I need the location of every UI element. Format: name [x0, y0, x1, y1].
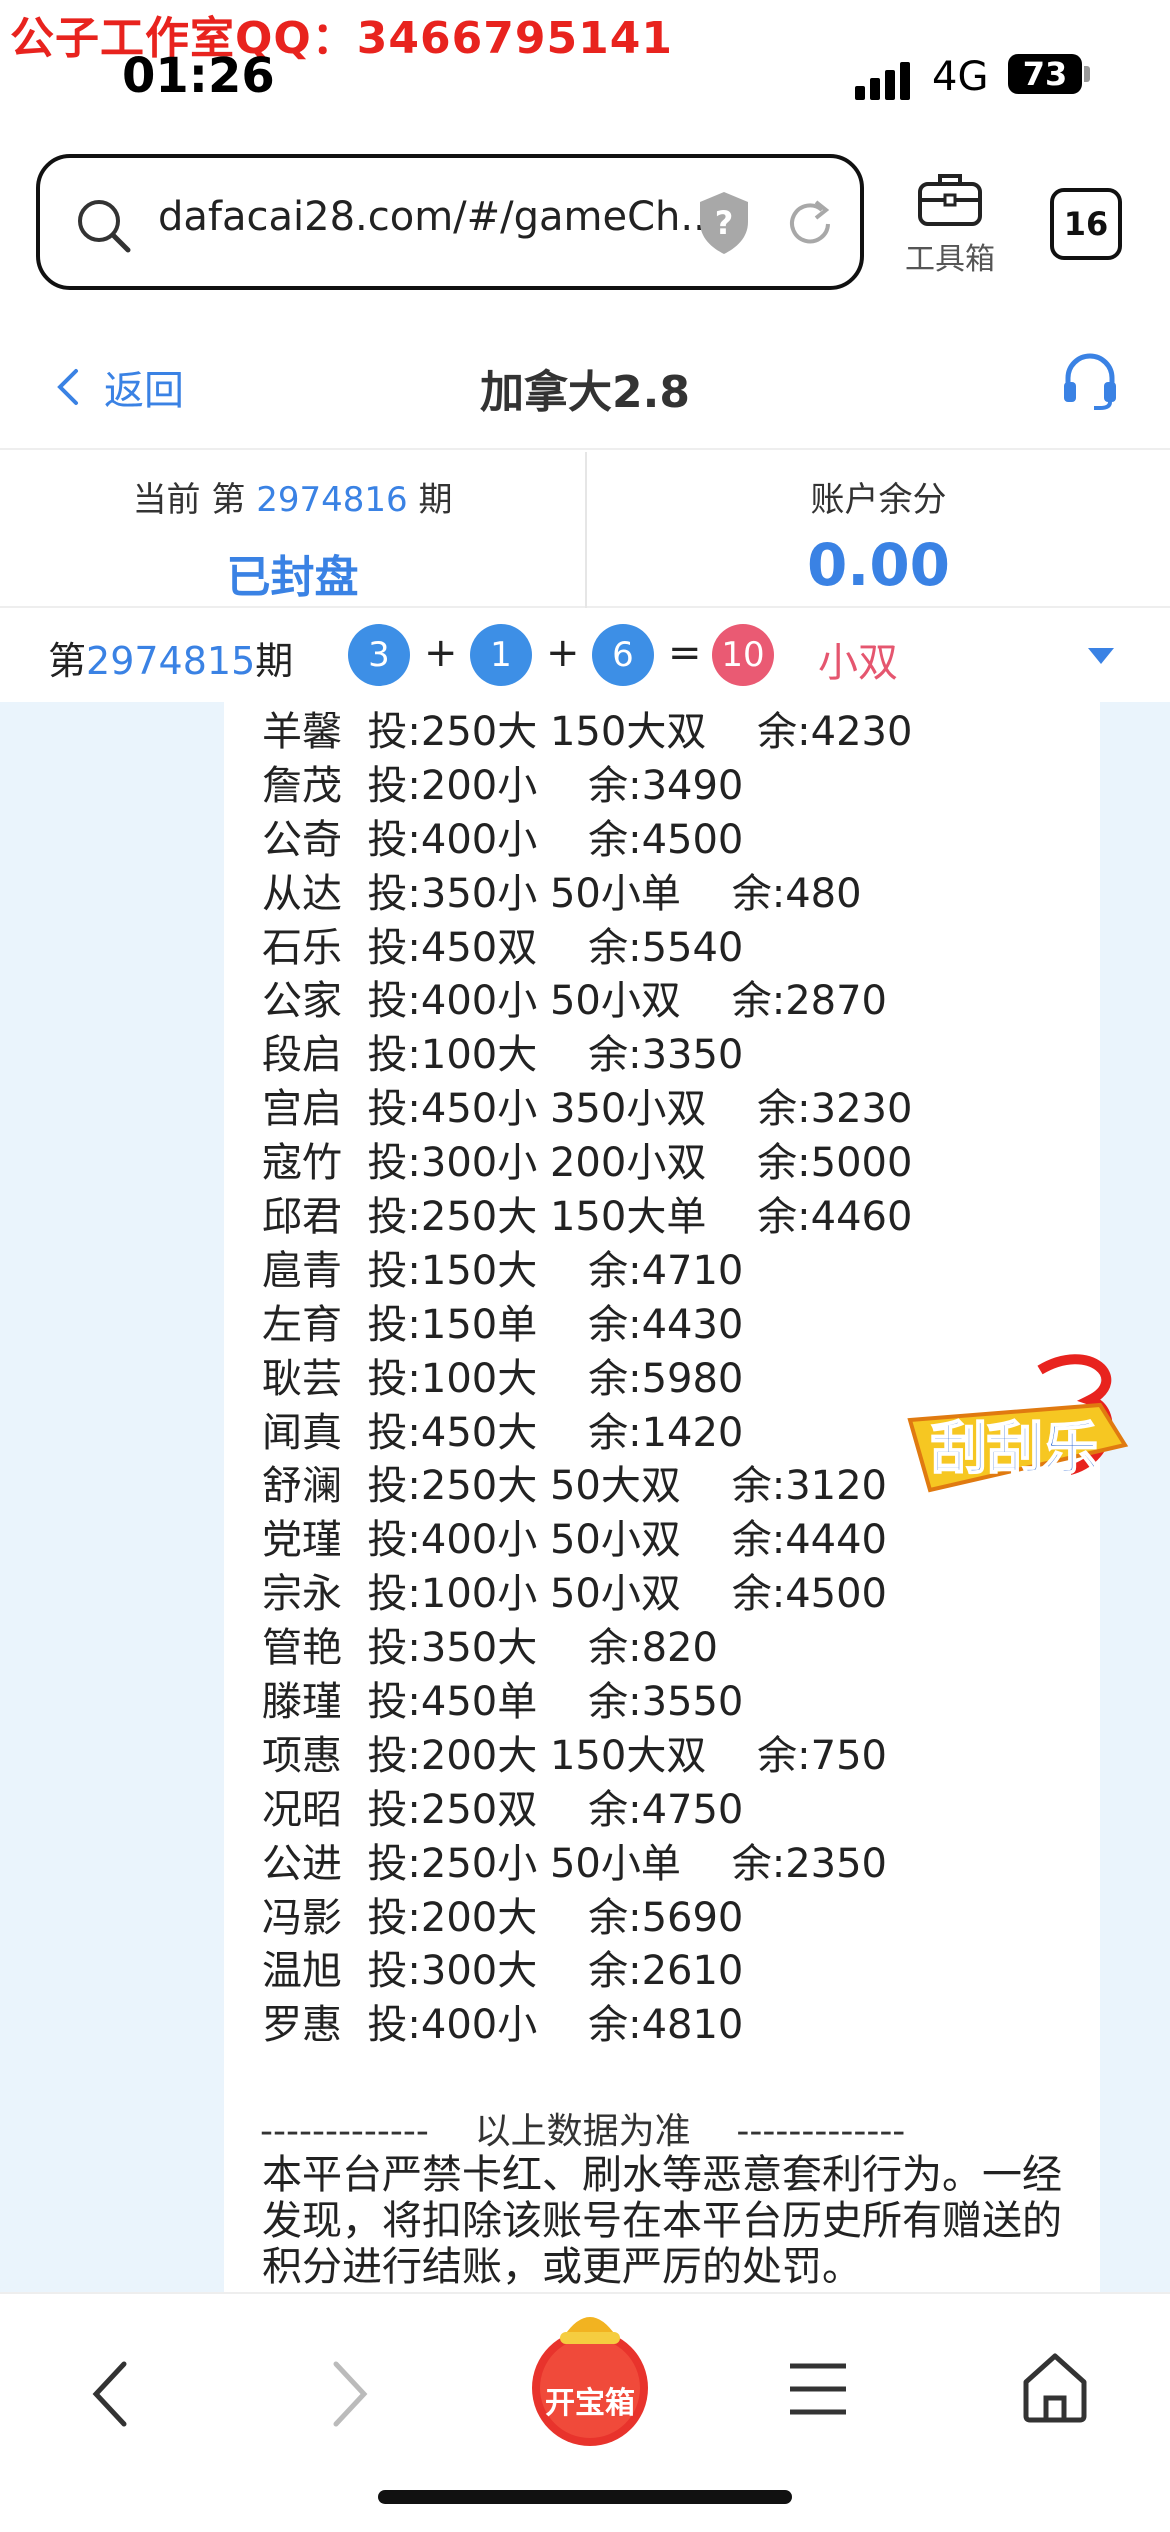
current-suffix: 期 [418, 480, 453, 520]
page-header: 返回 加拿大2.8 [0, 330, 1170, 450]
bet-row: 寇竹 投:300小 200小双 余:5000 [262, 1140, 913, 1187]
bet-row: 滕瑾 投:450单 余:3550 [262, 1679, 744, 1726]
battery-level: 73 [1022, 55, 1068, 93]
bet-row: 邱君 投:250大 150大单 余:4460 [262, 1194, 913, 1241]
result-ball: 1 [470, 624, 532, 686]
last-prefix: 第 [48, 639, 87, 683]
last-result-row[interactable]: 第2974815期 3 + 1 + 6 = 10 小双 [0, 610, 1170, 702]
bet-row: 闻真 投:450大 余:1420 [262, 1409, 744, 1456]
signal-icon [855, 60, 913, 100]
balance-label: 账户余分 [810, 480, 947, 520]
status-time: 01:26 [122, 48, 275, 104]
bet-row: 左育 投:150单 余:4430 [262, 1301, 744, 1348]
current-prefix: 当前 第 [132, 480, 246, 520]
battery-tip [1084, 66, 1090, 82]
bet-row: 詹茂 投:200小 余:3490 [262, 762, 744, 809]
bet-row: 扈青 投:150大 余:4710 [262, 1247, 744, 1294]
svg-text:?: ? [715, 204, 734, 242]
bet-row: 公家 投:400小 50小双 余:2870 [262, 978, 887, 1025]
bet-row: 耿芸 投:100大 余:5980 [262, 1355, 744, 1402]
status-bar: 01:26 4G 73 [0, 42, 1170, 112]
bet-row: 羊馨 投:250大 150大双 余:4230 [262, 709, 913, 755]
period-status: 已封盘 [226, 552, 359, 603]
bet-row: 冯影 投:200大 余:5690 [262, 1894, 744, 1941]
bet-row: 党瑾 投:400小 50小双 余:4440 [262, 1517, 887, 1564]
bet-row: 段启 投:100大 余:3350 [262, 1032, 744, 1079]
result-sum-ball: 10 [712, 624, 774, 686]
toolbox-label: 工具箱 [905, 242, 995, 277]
treasure-label: 开宝箱 [545, 2386, 635, 2421]
browser-back-icon[interactable] [80, 2354, 140, 2434]
toolbox-icon [918, 174, 982, 226]
address-bar[interactable]: dafacai28.com/#/gameCh... ? [36, 154, 864, 290]
bet-row: 况昭 投:250双 余:4750 [262, 1786, 744, 1833]
browser-forward-icon[interactable] [320, 2354, 380, 2434]
result-ball: 6 [592, 624, 654, 686]
url-text[interactable]: dafacai28.com/#/gameCh... [158, 194, 719, 240]
plus-sign: + [546, 630, 580, 676]
bet-row: 宫启 投:450小 350小双 余:3230 [262, 1086, 913, 1133]
reload-icon[interactable] [780, 194, 840, 254]
bet-row: 宗永 投:100小 50小双 余:4500 [262, 1571, 887, 1618]
equals-sign: = [668, 630, 702, 676]
plus-sign: + [424, 630, 458, 676]
shield-icon[interactable]: ? [696, 190, 752, 256]
last-period-number: 2974815 [86, 639, 256, 683]
bet-row: 管艳 投:350大 余:820 [262, 1625, 718, 1672]
bet-row: 项惠 投:200大 150大双 余:750 [262, 1732, 887, 1779]
page-title: 加拿大2.8 [480, 367, 690, 418]
battery-icon: 73 [1008, 54, 1082, 94]
bet-row: 公进 投:250小 50小单 余:2350 [262, 1840, 887, 1887]
bet-row: 从达 投:350小 50小单 余:480 [262, 870, 862, 917]
scratch-card-badge[interactable]: 刮刮乐 [890, 1350, 1140, 1520]
last-suffix: 期 [255, 639, 294, 683]
badge-text: 刮刮乐 [931, 1417, 1099, 1482]
last-period-label: 第2974815期 [48, 630, 293, 685]
network-type: 4G [932, 54, 989, 100]
balance-panel: 账户余分 0.00 [585, 452, 1170, 608]
bet-row: 公奇 投:400小 余:4500 [262, 816, 744, 863]
search-icon [78, 200, 131, 253]
toolbox-button[interactable]: 工具箱 [900, 170, 1000, 290]
home-icon[interactable] [1020, 2350, 1090, 2424]
balance-value: 0.00 [806, 531, 951, 599]
browser-toolbar: dafacai28.com/#/gameCh... ? 工具箱 16 [0, 150, 1170, 300]
menu-icon[interactable] [786, 2354, 850, 2424]
current-period-panel: 当前 第 2974816 期 已封盘 [0, 452, 585, 608]
tabs-button[interactable]: 16 [1050, 188, 1122, 260]
result-ball: 3 [348, 624, 410, 686]
headset-icon[interactable] [1060, 350, 1120, 410]
data-divider: ------------- 以上数据为准 ------------- [260, 2111, 906, 2152]
bet-row: 舒澜 投:250大 50大双 余:3120 [262, 1463, 887, 1510]
result-outcome: 小双 [818, 640, 898, 686]
current-period-line: 当前 第 2974816 期 [0, 472, 585, 521]
period-info: 当前 第 2974816 期 已封盘 账户余分 0.00 [0, 452, 1170, 608]
browser-bottom-bar: 开宝箱 [0, 2292, 1170, 2532]
current-period-number: 2974816 [256, 480, 408, 520]
page: 公子工作室QQ：3466795141 01:26 4G 73 dafacai28… [0, 0, 1170, 2532]
bet-row: 石乐 投:450双 余:5540 [262, 924, 744, 971]
caret-down-icon[interactable] [1086, 646, 1116, 666]
bet-row: 罗惠 投:400小 余:4810 [262, 2002, 744, 2049]
home-indicator [378, 2490, 792, 2504]
bet-list: 羊馨 投:250大 150大双 余:4230 詹茂 投:200小 余:3490 公奇… [262, 706, 912, 2053]
notice-text: 本平台严禁卡红、刷水等恶意套利行为。一经发现，将扣除该账号在本平台历史所有赠送的… [262, 2152, 1062, 2290]
treasure-icon[interactable] [524, 2302, 656, 2452]
bet-row: 温旭 投:300大 余:2610 [262, 1948, 744, 1995]
